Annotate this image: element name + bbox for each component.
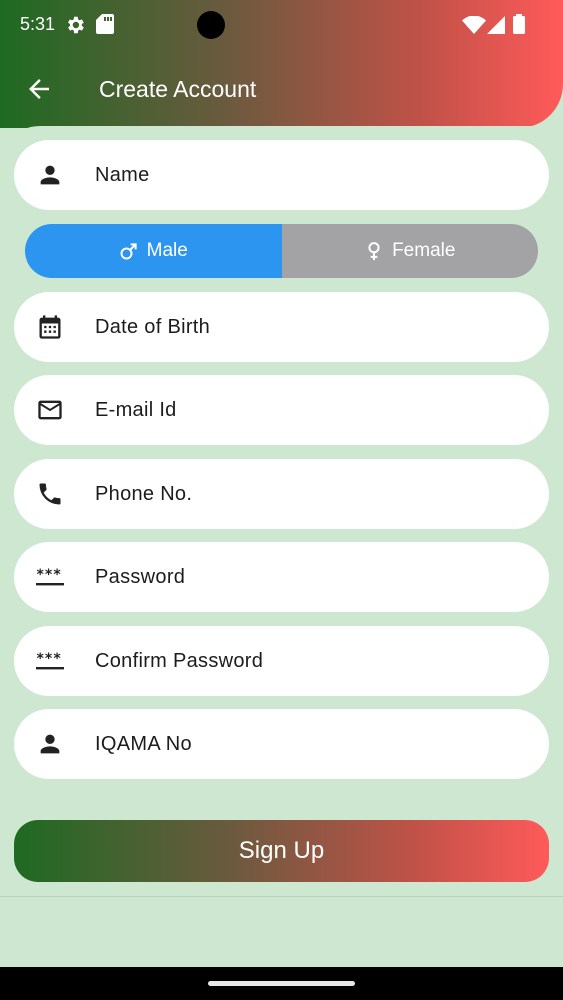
iqama-field[interactable]: IQAMA No — [14, 709, 549, 779]
person-icon — [40, 165, 60, 185]
female-symbol-icon — [368, 242, 380, 261]
svg-text:***: *** — [36, 567, 61, 583]
phone-field[interactable]: Phone No. — [14, 459, 549, 529]
camera-cutout — [197, 11, 225, 39]
back-arrow-icon[interactable] — [24, 74, 54, 104]
name-placeholder: Name — [95, 164, 150, 186]
phone-icon — [39, 483, 61, 505]
email-field[interactable]: E-mail Id — [14, 375, 549, 445]
password-field[interactable]: *** Password — [14, 542, 549, 612]
person-icon — [40, 734, 60, 754]
sign-up-button[interactable]: Sign Up — [14, 820, 549, 882]
settings-gear-icon — [68, 16, 84, 34]
gender-female-option[interactable]: Female — [281, 224, 538, 278]
cell-signal-icon — [487, 16, 505, 34]
svg-text:***: *** — [36, 651, 61, 667]
gender-toggle[interactable]: Male Female — [25, 224, 538, 278]
male-symbol-icon — [120, 243, 137, 260]
page-title: Create Account — [99, 76, 257, 102]
calendar-icon — [39, 315, 61, 339]
mail-icon — [38, 400, 62, 420]
sign-up-label: Sign Up — [238, 837, 325, 864]
wifi-icon — [462, 16, 486, 34]
confirm-password-placeholder: Confirm Password — [95, 650, 264, 672]
status-time: 5:31 — [20, 14, 56, 34]
password-dots-icon: *** — [36, 567, 64, 586]
name-field[interactable]: Name — [14, 140, 549, 210]
gender-male-option[interactable]: Male — [25, 224, 282, 278]
confirm-password-field[interactable]: *** Confirm Password — [14, 626, 549, 696]
password-placeholder: Password — [95, 566, 186, 588]
iqama-placeholder: IQAMA No — [95, 733, 192, 755]
status-bar: 5:31 — [0, 0, 563, 50]
password-dots-icon: *** — [36, 651, 64, 670]
phone-placeholder: Phone No. — [95, 483, 193, 505]
gender-male-label: Male — [146, 240, 188, 261]
email-placeholder: E-mail Id — [95, 399, 177, 421]
gender-female-label: Female — [392, 240, 456, 261]
battery-icon — [513, 14, 525, 34]
divider — [0, 896, 563, 897]
dob-field[interactable]: Date of Birth — [14, 292, 549, 362]
home-gesture-handle[interactable] — [208, 981, 355, 986]
dob-placeholder: Date of Birth — [95, 316, 211, 338]
sd-card-icon — [96, 14, 114, 34]
